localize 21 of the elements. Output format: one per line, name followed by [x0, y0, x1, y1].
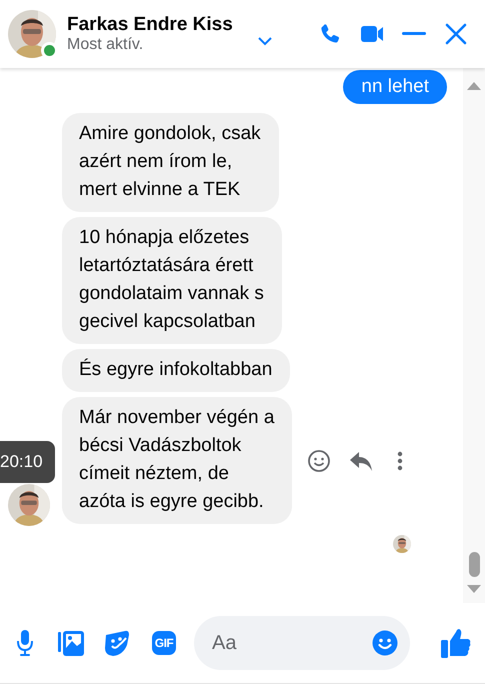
microphone-icon[interactable]: [14, 628, 36, 658]
thumbs-up-icon[interactable]: [439, 628, 473, 658]
avatar: [8, 484, 50, 526]
emoji-icon[interactable]: [372, 628, 398, 658]
contact-name[interactable]: Farkas Endre Kiss: [67, 14, 233, 36]
read-receipt-avatar: [393, 535, 411, 553]
scroll-up-icon[interactable]: [467, 82, 481, 90]
photo-icon[interactable]: [56, 628, 86, 658]
message-bubble: És egyre infokoltabban: [62, 349, 290, 392]
scrollbar-thumb[interactable]: [468, 552, 480, 577]
message-bubble: 10 hónapja előzetes letartóztatására érett gondolataim vannak s gecivel kapcsolatban: [62, 217, 282, 344]
timestamp-tooltip: 20:10: [0, 441, 55, 483]
status-text: Most aktív.: [67, 36, 144, 54]
message-bubble: nn lehet: [343, 70, 447, 104]
sticker-icon[interactable]: [102, 628, 132, 658]
message-field[interactable]: Aa: [194, 616, 410, 670]
scroll-down-icon[interactable]: [467, 585, 481, 593]
message-bubble: Amire gondolok, csak azért nem írom le, mert elvinne a TEK: [62, 113, 279, 212]
message-bubble: Már november végén a bécsi Vadászboltok címeit néztem, de azóta is egyre gecibb.: [62, 397, 292, 524]
message-input[interactable]: Aa: [210, 630, 372, 656]
avatar: [8, 10, 56, 58]
